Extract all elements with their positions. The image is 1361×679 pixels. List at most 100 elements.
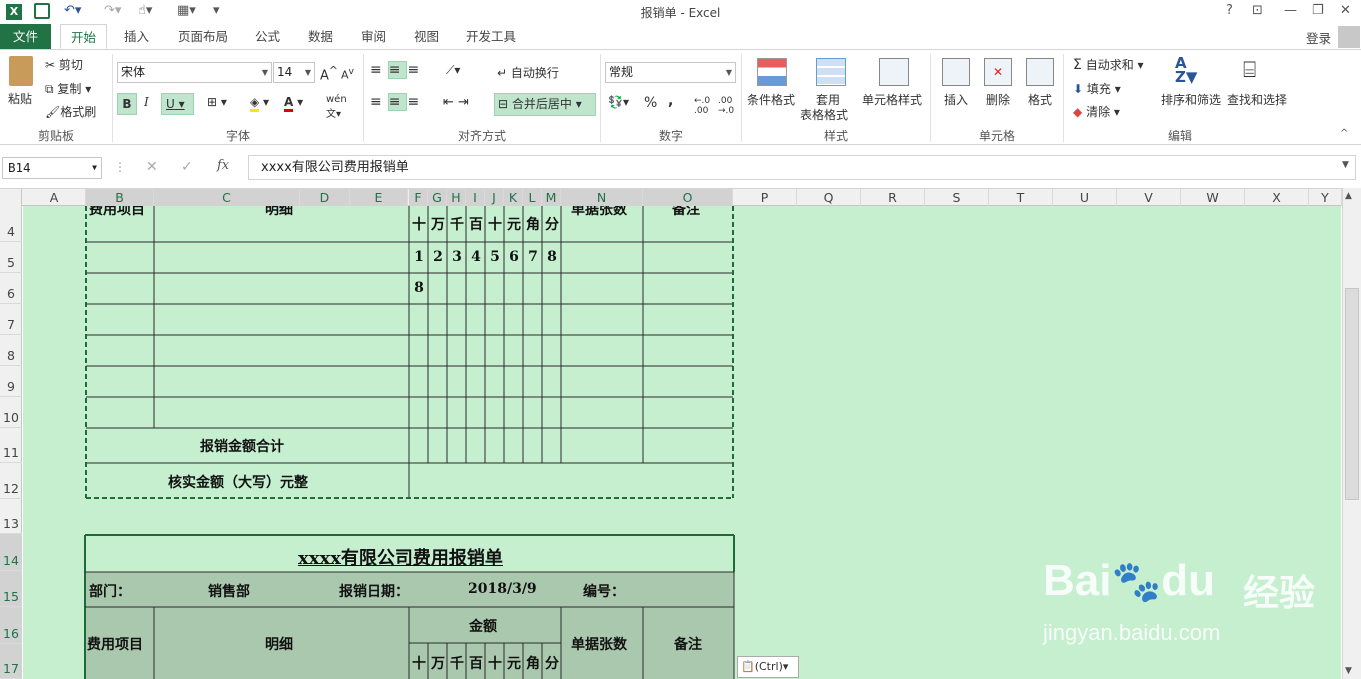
format-painter-button[interactable]: 🖌格式刷 bbox=[45, 103, 96, 120]
row-header-5[interactable]: 5 bbox=[0, 242, 22, 273]
decrease-decimal-icon[interactable]: .00 →.0 bbox=[718, 96, 734, 116]
column-header-o[interactable]: O bbox=[643, 189, 733, 206]
user-avatar-icon[interactable] bbox=[1338, 26, 1360, 48]
column-header-b[interactable]: B bbox=[86, 189, 154, 206]
indent-buttons[interactable]: ⇤ ⇥ bbox=[443, 95, 469, 110]
row-header-9[interactable]: 9 bbox=[0, 366, 22, 397]
column-header-v[interactable]: V bbox=[1117, 189, 1181, 206]
row-header-14[interactable]: 14 bbox=[0, 534, 22, 571]
underline-button[interactable]: U ▾ bbox=[161, 93, 194, 115]
column-header-q[interactable]: Q bbox=[797, 189, 861, 206]
format-as-table-line2[interactable]: 表格格式 bbox=[800, 106, 848, 123]
copy-button[interactable]: ⧉ 复制 ▾ bbox=[45, 80, 91, 97]
tab-data[interactable]: 数据 bbox=[298, 24, 343, 49]
column-header-k[interactable]: K bbox=[504, 189, 523, 206]
align-right-icon[interactable]: ≡ bbox=[407, 94, 425, 110]
column-header-t[interactable]: T bbox=[989, 189, 1053, 206]
decrease-indent-icon[interactable]: ⇤ bbox=[443, 95, 454, 110]
column-header-l[interactable]: L bbox=[523, 189, 542, 206]
font-color-button[interactable]: A ▾ bbox=[284, 95, 303, 112]
tab-insert[interactable]: 插入 bbox=[114, 24, 159, 49]
column-header-j[interactable]: J bbox=[485, 189, 504, 206]
increase-indent-icon[interactable]: ⇥ bbox=[458, 95, 469, 110]
percent-button[interactable]: % bbox=[644, 95, 657, 111]
vertical-scrollbar[interactable]: ▲ ▼ bbox=[1342, 188, 1361, 679]
italic-button[interactable]: I bbox=[144, 95, 149, 109]
scroll-thumb[interactable] bbox=[1345, 288, 1359, 500]
row-header-16[interactable]: 16 bbox=[0, 607, 22, 644]
column-header-y[interactable]: Y bbox=[1309, 189, 1342, 206]
tab-view[interactable]: 视图 bbox=[404, 24, 449, 49]
cell-styles-button[interactable]: 单元格样式 bbox=[862, 91, 922, 108]
find-select-button[interactable]: 查找和选择 bbox=[1227, 91, 1287, 108]
column-header-f[interactable]: F bbox=[409, 189, 428, 206]
shrink-font-icon[interactable]: Av bbox=[341, 66, 354, 82]
row-header-11[interactable]: 11 bbox=[0, 428, 22, 463]
formula-input[interactable]: xxxx有限公司费用报销单 bbox=[248, 155, 1356, 180]
cut-button[interactable]: ✂ 剪切 bbox=[45, 56, 83, 73]
tab-file[interactable]: 文件 bbox=[0, 24, 52, 49]
column-header-h[interactable]: H bbox=[447, 189, 466, 206]
row-header-12[interactable]: 12 bbox=[0, 463, 22, 499]
bold-button[interactable]: B bbox=[117, 93, 137, 115]
column-header-d[interactable]: D bbox=[300, 189, 350, 206]
ribbon-display-icon[interactable]: ⊡ bbox=[1252, 3, 1263, 18]
column-header-m[interactable]: M bbox=[542, 189, 561, 206]
insert-cells-button[interactable]: 插入 bbox=[944, 91, 968, 108]
paste-options-button[interactable]: 📋(Ctrl)▾ bbox=[737, 656, 799, 678]
row-header-15[interactable]: 15 bbox=[0, 571, 22, 607]
column-header-c[interactable]: C bbox=[154, 189, 300, 206]
increase-decimal-icon[interactable]: ←.0.00 bbox=[694, 96, 710, 116]
column-header-w[interactable]: W bbox=[1181, 189, 1245, 206]
name-box[interactable]: B14 ▼ bbox=[2, 157, 102, 179]
paste-button[interactable]: 粘贴 bbox=[8, 90, 32, 107]
align-left-icon[interactable]: ≡ bbox=[370, 94, 388, 110]
grow-font-icon[interactable]: A^ bbox=[320, 64, 338, 83]
number-format-select[interactable]: 常规 ▼ bbox=[605, 62, 736, 83]
insert-function-button[interactable]: fx bbox=[217, 158, 229, 173]
fill-button[interactable]: ⬇ 填充 ▾ bbox=[1073, 80, 1121, 97]
phonetic-button[interactable]: wén 文▾ bbox=[326, 94, 347, 120]
conditional-format-button[interactable]: 条件格式 bbox=[747, 91, 795, 108]
comma-button[interactable]: , bbox=[668, 93, 673, 109]
column-header-r[interactable]: R bbox=[861, 189, 925, 206]
horizontal-align-group[interactable]: ≡≡≡ bbox=[370, 93, 425, 111]
tab-developer[interactable]: 开发工具 bbox=[456, 24, 526, 49]
autosum-button[interactable]: Σ 自动求和 ▾ bbox=[1073, 56, 1144, 73]
row-header-8[interactable]: 8 bbox=[0, 335, 22, 366]
row-header-6[interactable]: 6 bbox=[0, 273, 22, 304]
help-button[interactable]: ? bbox=[1226, 3, 1233, 18]
merge-center-button[interactable]: ⊟ 合并后居中 ▾ bbox=[494, 93, 596, 116]
worksheet-grid[interactable]: 费用项目 明细 单据张数 备注 十万千百十元角分 12345678 8 报销金额… bbox=[23, 206, 1341, 679]
row-header-4[interactable]: 4 bbox=[0, 206, 22, 242]
column-header-g[interactable]: G bbox=[428, 189, 447, 206]
minimize-button[interactable]: — bbox=[1284, 3, 1297, 18]
row-header-10[interactable]: 10 bbox=[0, 397, 22, 428]
sort-filter-button[interactable]: 排序和筛选 bbox=[1161, 91, 1221, 108]
align-top-icon[interactable]: ≡ bbox=[370, 62, 388, 78]
column-header-n[interactable]: N bbox=[561, 189, 643, 206]
row-header-7[interactable]: 7 bbox=[0, 304, 22, 335]
paste-icon[interactable] bbox=[9, 56, 33, 86]
sign-in-link[interactable]: 登录 bbox=[1306, 28, 1331, 47]
column-header-i[interactable]: I bbox=[466, 189, 485, 206]
align-bottom-icon[interactable]: ≡ bbox=[407, 62, 425, 78]
format-cells-button[interactable]: 格式 bbox=[1028, 91, 1052, 108]
borders-button[interactable]: ⊞ ▾ bbox=[207, 95, 227, 109]
orientation-button[interactable]: ⟋▾ bbox=[446, 63, 460, 78]
column-header-x[interactable]: X bbox=[1245, 189, 1309, 206]
scroll-up-icon[interactable]: ▲ bbox=[1345, 191, 1352, 201]
restore-button[interactable]: ❐ bbox=[1312, 3, 1324, 18]
align-center-icon[interactable]: ≡ bbox=[387, 93, 408, 111]
accounting-format-button[interactable]: 💱▾ bbox=[608, 95, 629, 109]
tab-review[interactable]: 审阅 bbox=[351, 24, 396, 49]
column-header-u[interactable]: U bbox=[1053, 189, 1117, 206]
column-header-s[interactable]: S bbox=[925, 189, 989, 206]
close-button[interactable]: ✕ bbox=[1340, 3, 1351, 18]
scroll-down-icon[interactable]: ▼ bbox=[1345, 666, 1352, 676]
font-size-select[interactable]: 14 ▼ bbox=[273, 62, 315, 83]
row-header-13[interactable]: 13 bbox=[0, 499, 22, 534]
row-header-17[interactable]: 17 bbox=[0, 644, 22, 679]
column-header-e[interactable]: E bbox=[350, 189, 408, 206]
column-header-a[interactable]: A bbox=[23, 189, 86, 206]
